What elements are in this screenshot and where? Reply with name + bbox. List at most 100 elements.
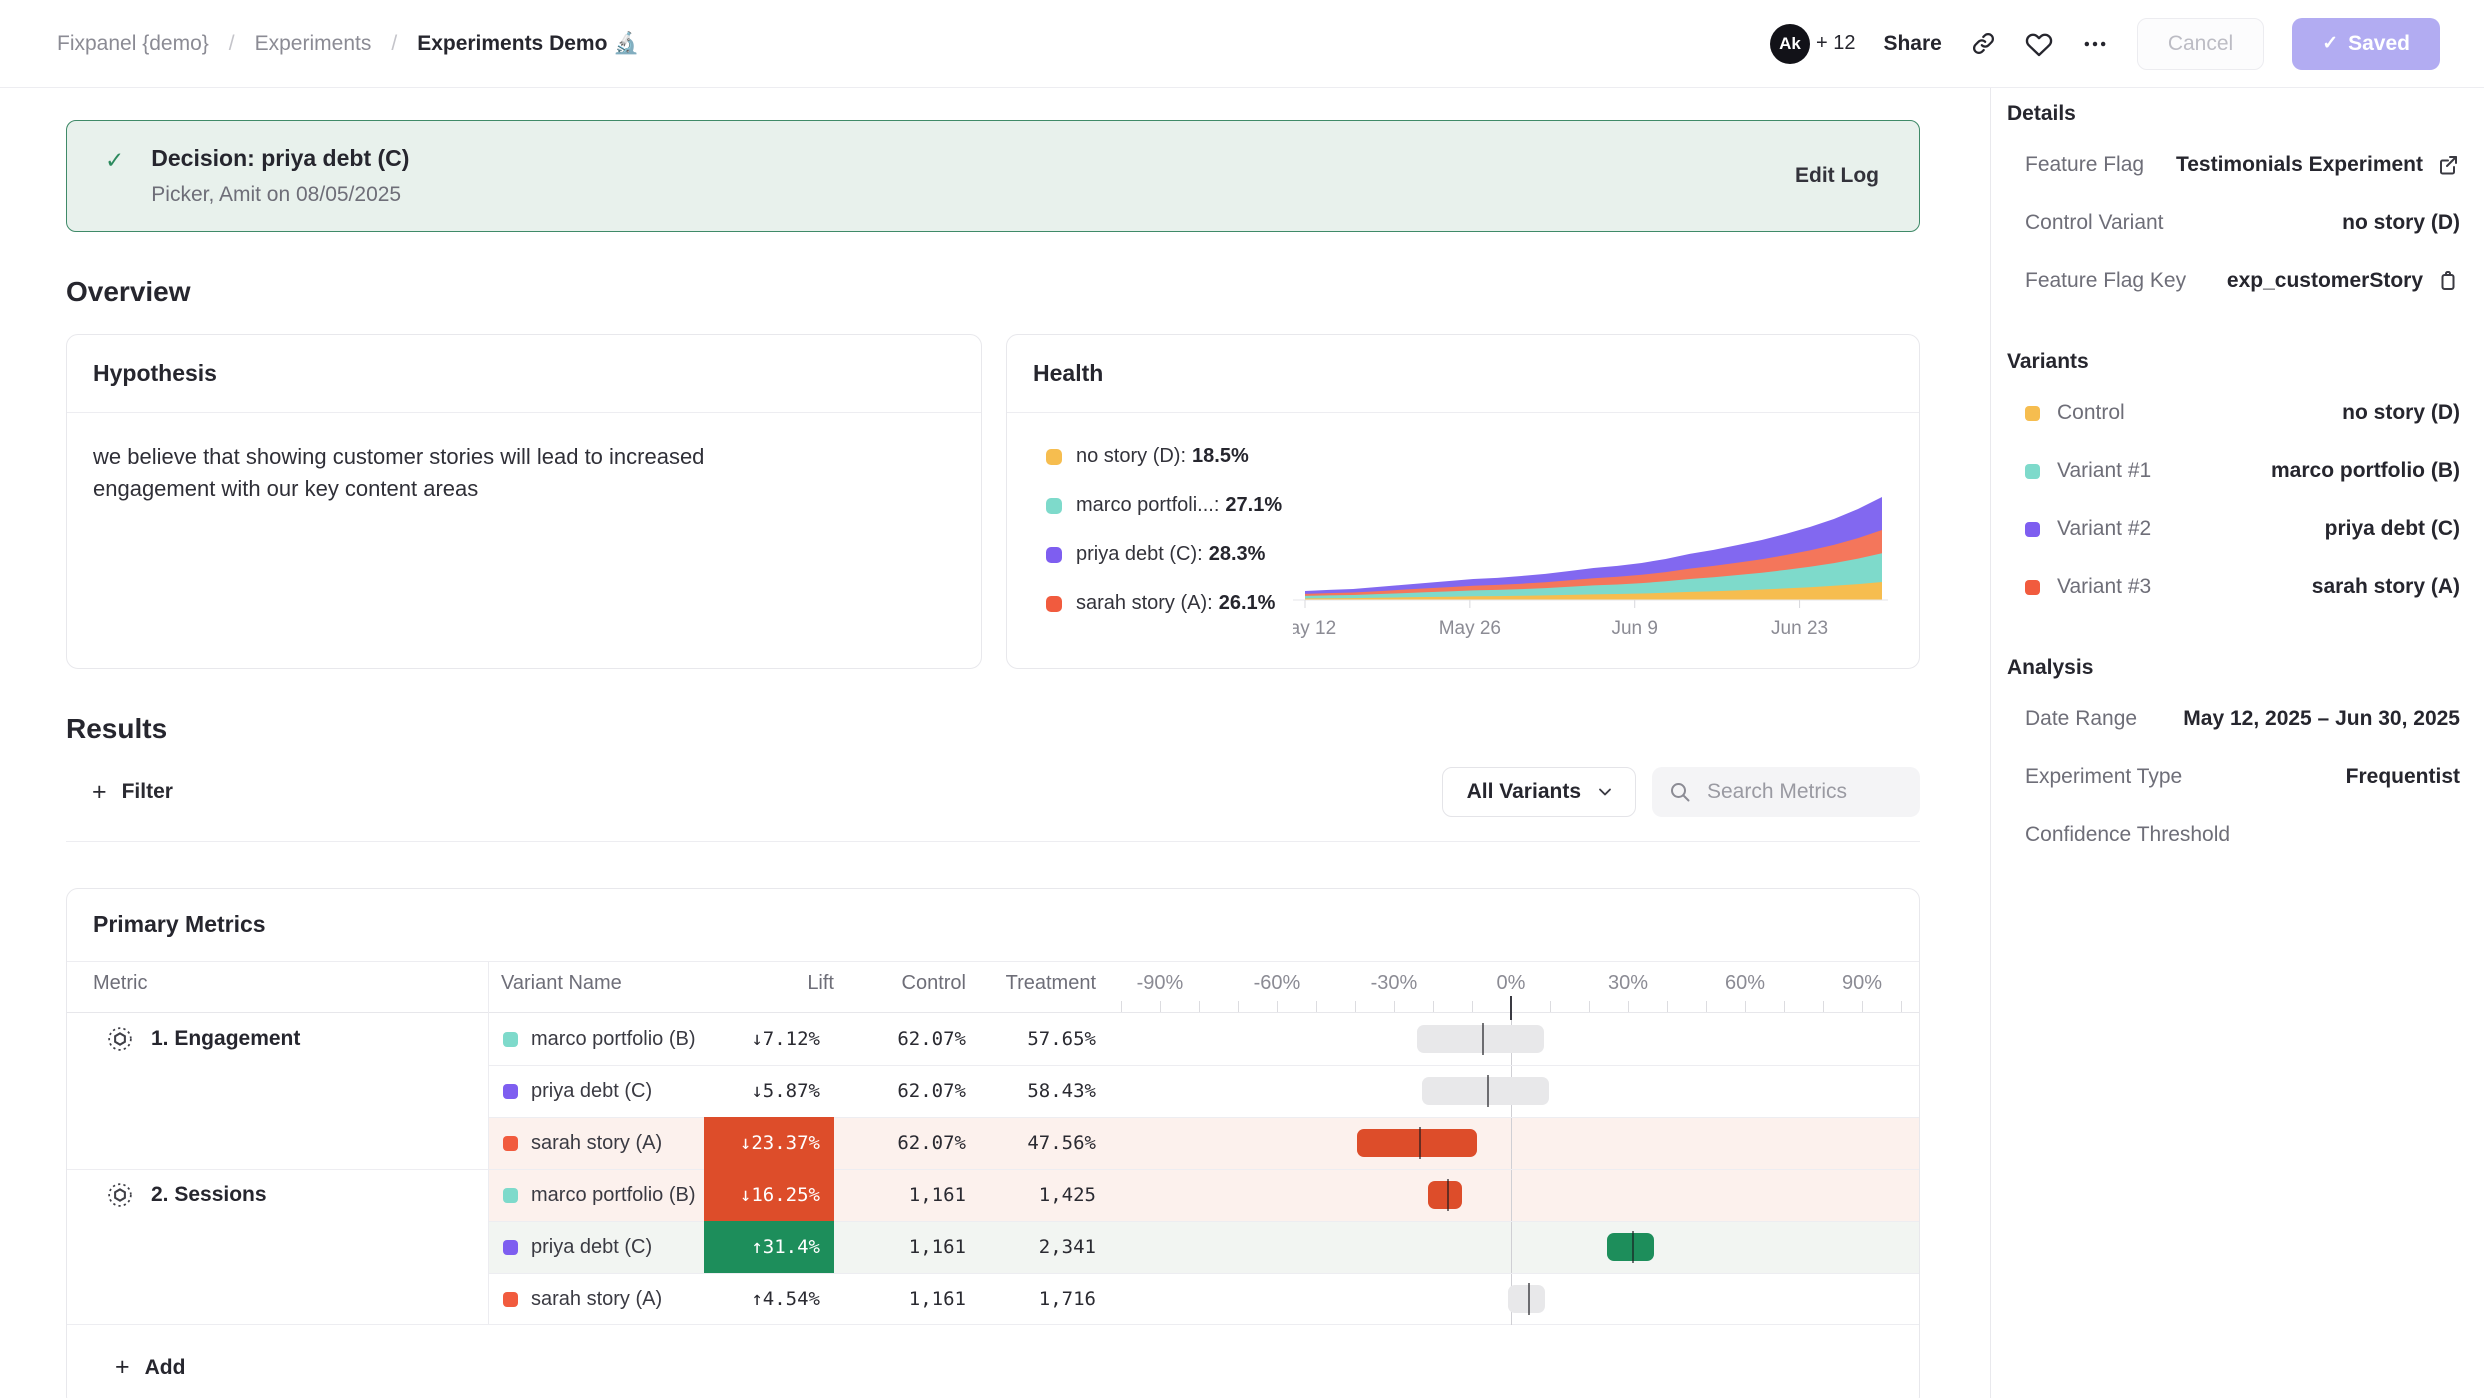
variant-value: no story (D) <box>2342 401 2460 425</box>
main-panel: ✓ Decision: priya debt (C) Picker, Amit … <box>0 88 1991 1398</box>
copy-link-icon[interactable] <box>1970 30 1997 57</box>
lift-value: ↓23.37% <box>704 1117 834 1169</box>
feature-flag-key-value: exp_customerStory <box>2227 269 2423 293</box>
add-filter-button[interactable]: + Filter <box>66 779 179 806</box>
confidence-interval-bar <box>1607 1233 1654 1261</box>
analysis-section: Analysis Date Range May 12, 2025 – Jun 3… <box>2007 656 2460 864</box>
feature-flag-value[interactable]: Testimonials Experiment <box>2176 153 2423 177</box>
metric-name-cell[interactable]: 1. Engagement <box>107 1013 300 1065</box>
metrics-table-row[interactable]: 1. Engagementmarco portfolio (B)↓7.12%62… <box>67 1013 1919 1065</box>
legend-swatch <box>1046 449 1062 465</box>
add-metric-button[interactable]: + Add <box>67 1324 1919 1398</box>
ruler-tick <box>1394 1001 1395 1012</box>
variant-swatch <box>503 1240 518 1255</box>
variant-row: Variant #1marco portfolio (B) <box>2007 442 2460 500</box>
metrics-table-row[interactable]: 2. Sessionsmarco portfolio (B)↓16.25%1,1… <box>67 1169 1919 1221</box>
details-sidebar: Details Feature Flag Testimonials Experi… <box>1991 88 2484 1398</box>
variant-row: Variant #3sarah story (A) <box>2007 558 2460 616</box>
variant-row: Controlno story (D) <box>2007 384 2460 442</box>
variant-swatch <box>503 1292 518 1307</box>
toolbar-divider <box>66 841 1920 842</box>
experiment-type-label: Experiment Type <box>2025 765 2182 789</box>
avatar[interactable]: Ak <box>1770 24 1810 64</box>
treatment-value: 58.43% <box>966 1065 1096 1117</box>
more-options-icon[interactable] <box>2081 30 2109 58</box>
lift-axis-label: 60% <box>1725 962 1765 1004</box>
legend-item: priya debt (C):28.3% <box>1046 543 1282 566</box>
copy-icon[interactable] <box>2436 269 2460 293</box>
topbar: Fixpanel {demo} / Experiments / Experime… <box>0 0 2484 88</box>
share-button[interactable]: Share <box>1883 32 1941 56</box>
variant-name: sarah story (A) <box>531 1117 662 1169</box>
check-icon: ✓ <box>2322 32 2338 55</box>
decision-text: Decision: priya debt (C) Picker, Amit on… <box>151 145 409 207</box>
experiment-type-value: Frequentist <box>2346 765 2460 789</box>
variant-label: Variant #3 <box>2057 575 2151 599</box>
x-axis-label: Jun 9 <box>1611 618 1657 639</box>
search-metrics-input[interactable] <box>1705 779 1904 805</box>
health-title: Health <box>1007 335 1919 413</box>
control-value: 1,161 <box>836 1221 966 1273</box>
confidence-threshold-row: Confidence Threshold <box>2007 806 2460 864</box>
add-metric-label: Add <box>145 1356 186 1380</box>
variants-dropdown[interactable]: All Variants <box>1442 767 1636 817</box>
variant-row: Variant #2priya debt (C) <box>2007 500 2460 558</box>
metric-name: 1. Engagement <box>151 1027 300 1051</box>
lift-point-marker <box>1447 1179 1449 1211</box>
control-value: 1,161 <box>836 1169 966 1221</box>
edit-log-button[interactable]: Edit Log <box>1795 164 1879 188</box>
ruler-tick <box>1121 1001 1122 1012</box>
variant-name: priya debt (C) <box>531 1221 652 1273</box>
treatment-value: 57.65% <box>966 1013 1096 1065</box>
breadcrumb-item-experiments[interactable]: Experiments <box>255 32 372 56</box>
hypothesis-card: Hypothesis we believe that showing custo… <box>66 334 982 669</box>
lift-point-marker <box>1528 1283 1530 1315</box>
variant-swatch <box>503 1084 518 1099</box>
date-range-label: Date Range <box>2025 707 2137 731</box>
legend-item: marco portfoli...:27.1% <box>1046 494 1282 517</box>
cancel-button[interactable]: Cancel <box>2137 18 2264 70</box>
confidence-interval-bar <box>1422 1077 1549 1105</box>
ruler-tick <box>1199 1001 1200 1012</box>
metrics-table-row[interactable]: sarah story (A)↓23.37%62.07%47.56% <box>67 1117 1919 1169</box>
feature-flag-label: Feature Flag <box>2025 153 2144 177</box>
ruler-tick <box>1316 1001 1317 1012</box>
confidence-interval-cell <box>1101 1169 1920 1221</box>
metrics-table-row[interactable]: sarah story (A)↑4.54%1,1611,716 <box>67 1273 1919 1325</box>
metric-name-cell[interactable]: 2. Sessions <box>107 1169 267 1221</box>
legend-swatch <box>1046 596 1062 612</box>
lift-axis-label: -90% <box>1137 962 1184 1004</box>
breadcrumb: Fixpanel {demo} / Experiments / Experime… <box>57 32 639 56</box>
results-heading: Results <box>66 713 1990 745</box>
saved-button[interactable]: ✓ Saved <box>2292 18 2440 70</box>
x-axis-label: Jun 23 <box>1771 618 1828 639</box>
variant-swatch <box>2025 580 2040 595</box>
decision-banner: ✓ Decision: priya debt (C) Picker, Amit … <box>66 120 1920 232</box>
collaborator-count: + 12 <box>1816 32 1855 55</box>
lift-value: ↑4.54% <box>704 1273 834 1325</box>
search-metrics-box <box>1652 767 1920 817</box>
control-value: 62.07% <box>836 1013 966 1065</box>
external-link-icon[interactable] <box>2436 153 2460 177</box>
favorite-heart-icon[interactable] <box>2025 30 2053 58</box>
variant-name: marco portfolio (B) <box>531 1013 696 1065</box>
variants-dropdown-label: All Variants <box>1467 780 1581 804</box>
ruler-tick <box>1433 1001 1434 1012</box>
breadcrumb-item-project[interactable]: Fixpanel {demo} <box>57 32 209 56</box>
confidence-interval-bar <box>1357 1129 1477 1157</box>
legend-label: marco portfoli...: <box>1076 494 1219 517</box>
ruler-tick <box>1628 1001 1629 1012</box>
metrics-table-body: 1. Engagementmarco portfolio (B)↓7.12%62… <box>67 1013 1919 1325</box>
ruler-tick <box>1667 1001 1668 1012</box>
lift-point-marker <box>1419 1127 1421 1159</box>
ruler-tick <box>1823 1001 1824 1012</box>
confidence-interval-cell <box>1101 1273 1920 1325</box>
col-lift: Lift <box>704 962 834 1004</box>
variant-swatch <box>503 1136 518 1151</box>
x-axis-label: May 26 <box>1439 618 1501 639</box>
metrics-table-row[interactable]: priya debt (C)↓5.87%62.07%58.43% <box>67 1065 1919 1117</box>
lift-value: ↓5.87% <box>704 1065 834 1117</box>
results-toolbar: + Filter All Variants <box>66 767 1920 817</box>
metrics-table-row[interactable]: priya debt (C)↑31.4%1,1612,341 <box>67 1221 1919 1273</box>
details-section: Details Feature Flag Testimonials Experi… <box>2007 102 2460 310</box>
